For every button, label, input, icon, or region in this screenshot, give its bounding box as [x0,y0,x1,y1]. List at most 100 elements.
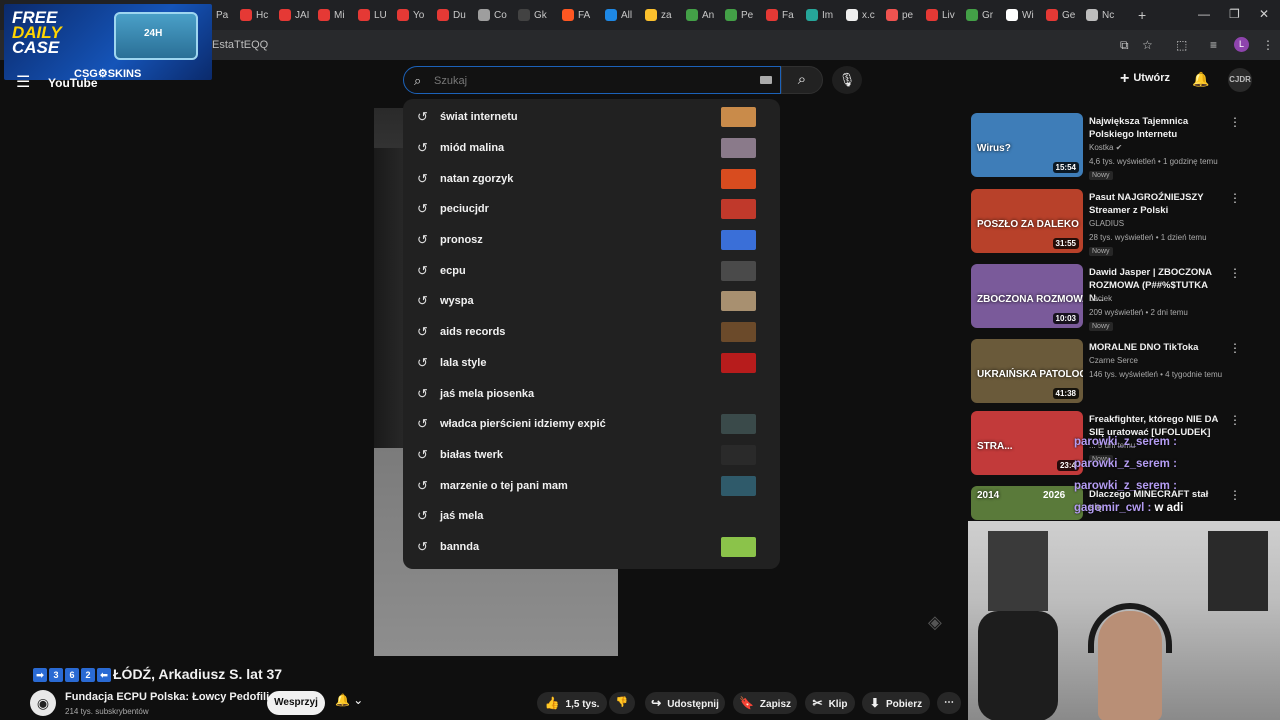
new-tab-button[interactable]: + [1138,6,1146,24]
url-text[interactable]: EstaTtEQQ [212,39,268,51]
tab-label: Hc [256,9,269,21]
browser-tab[interactable]: Mi [318,6,345,24]
recommended-video-title[interactable]: MORALNE DNO TikToka [1089,341,1219,354]
support-button[interactable]: Wesprzyj [267,691,325,715]
subscription-bell-button[interactable]: 🔔 ⌄ [335,693,363,707]
browser-tab[interactable]: All [605,6,632,24]
browser-tab[interactable]: Fa [766,6,794,24]
recommended-channel[interactable]: GLADIUS [1089,219,1124,228]
search-suggestion-item[interactable]: ↺ peciucjdr [403,194,780,225]
save-button[interactable]: 🔖 Zapisz [733,692,797,714]
notifications-bell-icon[interactable]: 🔔 [1192,71,1209,88]
recommended-video-title[interactable]: Największa Tajemnica Polskiego Internetu [1089,115,1219,141]
bookmark-star-icon[interactable]: ☆ [1142,38,1153,52]
recommended-video[interactable]: ZBOCZONA ROZMOWA 10:03 Dawid Jasper | ZBOC… [971,264,1251,336]
channel-name[interactable]: Fundacja ECPU Polska: Łowcy Pedofili [65,691,269,703]
browser-tab[interactable]: x.c [846,6,875,24]
tab-favicon-icon [725,9,737,21]
browser-tab[interactable]: LU [358,6,387,24]
extensions-icon[interactable]: ⬚ [1176,38,1187,52]
more-vertical-icon[interactable]: ⋮ [1229,115,1241,129]
profile-avatar[interactable]: CJDR [1228,68,1252,92]
like-button[interactable]: 👍 1,5 tys. [537,692,607,714]
recommended-video[interactable]: UKRAIŃSKA PATOLOGIA 41:38 MORALNE DNO TikT… [971,339,1251,411]
share-button[interactable]: ↪ Udostępnij [645,692,725,714]
search-button[interactable]: ⌕ [781,66,823,94]
channel-avatar[interactable]: ◉ [30,690,56,716]
video-thumbnail[interactable]: UKRAIŃSKA PATOLOGIA 41:38 [971,339,1083,403]
suggestion-text: jaś mela [440,510,484,523]
search-box[interactable]: ⌕ [403,66,781,94]
ad-overlay[interactable]: FREE DAILY CASE 24H CSG⚙SKINS [4,4,212,80]
search-suggestion-item[interactable]: ↺ władca pierścieni idziemy expić [403,409,780,440]
create-button[interactable]: + Utwórz [1120,70,1170,88]
browser-tab[interactable]: Ge [1046,6,1075,24]
channel-watermark-icon[interactable]: ◈ [928,612,942,633]
more-vertical-icon[interactable]: ⋮ [1229,341,1241,355]
browser-tab[interactable]: Gk [518,6,547,24]
search-suggestion-item[interactable]: ↺ aids records [403,317,780,348]
minimize-icon[interactable]: — [1198,7,1210,21]
download-button[interactable]: ⬇ Pobierz [862,692,930,714]
clip-button[interactable]: ✂ Klip [805,692,855,714]
maximize-icon[interactable]: ❐ [1229,7,1240,21]
video-thumbnail[interactable]: Wirus? 15:54 [971,113,1083,177]
browser-tab[interactable]: JAI [279,6,309,24]
suggestion-text: ecpu [440,264,466,277]
more-vertical-icon[interactable]: ⋮ [1229,413,1241,427]
browser-tab[interactable]: Yo [397,6,424,24]
browser-tab[interactable]: FA [562,6,590,24]
video-thumbnail[interactable]: 2014 2026 [971,486,1083,520]
search-suggestion-item[interactable]: ↺ lala style [403,348,780,379]
video-duration: 31:55 [1052,238,1079,249]
browser-tab[interactable]: Pe [725,6,753,24]
search-input[interactable] [434,72,734,90]
search-suggestion-item[interactable]: ↺ marzenie o tej pani mam [403,470,780,501]
video-thumbnail[interactable]: ZBOCZONA ROZMOWA 10:03 [971,264,1083,328]
more-vertical-icon[interactable]: ⋮ [1229,191,1241,205]
browser-tab[interactable]: Du [437,6,466,24]
suggestion-thumbnail [721,107,756,128]
menu-icon[interactable]: ☰ [16,72,30,92]
recommended-channel[interactable]: Kostka ✔ [1089,143,1122,152]
browser-tab[interactable]: za [645,6,672,24]
browser-tab[interactable]: Liv [926,6,955,24]
search-suggestion-item[interactable]: ↺ pronosz [403,225,780,256]
more-vertical-icon[interactable]: ⋮ [1229,266,1241,280]
recommended-video[interactable]: Wirus? 15:54 Największa Tajemnica Polskieg… [971,113,1251,185]
media-icon[interactable]: ≡ [1210,38,1217,52]
browser-profile-avatar[interactable]: L [1234,37,1249,52]
search-suggestion-item[interactable]: ↺ bannda [403,532,780,563]
browser-tab[interactable]: Nc [1086,6,1114,24]
search-suggestion-item[interactable]: ↺ jaś mela [403,501,780,532]
more-actions-button[interactable]: ⋯ [937,692,961,714]
video-thumbnail[interactable]: STRA... 23:4 [971,411,1083,475]
browser-menu-icon[interactable]: ⋮ [1262,38,1274,52]
install-icon[interactable]: ⧉ [1120,38,1129,53]
video-thumbnail[interactable]: POSZŁO ZA DALEKO 31:55 [971,189,1083,253]
search-suggestion-item[interactable]: ↺ miód malina [403,133,780,164]
youtube-logo[interactable]: YouTube [48,76,98,90]
bell-icon: 🔔 [335,693,350,707]
browser-tab[interactable]: Gr [966,6,993,24]
recommended-video[interactable]: POSZŁO ZA DALEKO 31:55 Pasut NAJGROŹNIEJSZ… [971,189,1251,261]
search-suggestion-item[interactable]: ↺ ecpu [403,255,780,286]
recommended-channel[interactable]: Czarne Serce [1089,356,1138,365]
recommended-video-title[interactable]: Pasut NAJGROŹNIEJSZY Streamer z Polski [1089,191,1219,217]
close-icon[interactable]: ✕ [1259,7,1269,21]
browser-tab[interactable]: pe [886,6,913,24]
search-suggestion-item[interactable]: ↺ natan zgorzyk [403,163,780,194]
browser-tab[interactable]: Co [478,6,507,24]
dislike-button[interactable]: 👎 [609,692,635,714]
browser-tab[interactable]: Wi [1006,6,1034,24]
search-suggestion-item[interactable]: ↺ świat internetu [403,102,780,133]
search-suggestion-item[interactable]: ↺ wyspa [403,286,780,317]
search-suggestion-item[interactable]: ↺ jaś mela piosenka [403,378,780,409]
keyboard-icon[interactable] [760,76,772,84]
recommended-channel[interactable]: baciek [1089,294,1112,303]
browser-tab[interactable]: Hc [240,6,268,24]
search-suggestion-item[interactable]: ↺ białas twerk [403,440,780,471]
browser-tab[interactable]: Im [806,6,833,24]
browser-tab[interactable]: An [686,6,714,24]
voice-search-button[interactable]: 🎙 [832,66,862,94]
